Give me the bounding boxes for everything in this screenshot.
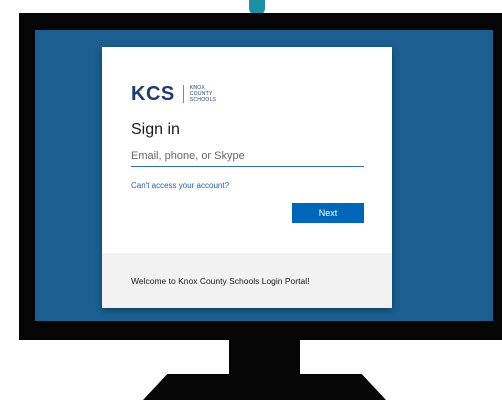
monitor-illustration: KCS KNOX COUNTY SCHOOLS Sign in Can't ac… bbox=[0, 0, 502, 400]
kcs-logo: KCS KNOX COUNTY SCHOOLS bbox=[131, 82, 216, 106]
login-body: KCS KNOX COUNTY SCHOOLS Sign in Can't ac… bbox=[102, 47, 392, 253]
login-card: KCS KNOX COUNTY SCHOOLS Sign in Can't ac… bbox=[102, 47, 392, 308]
logo-word: SCHOOLS bbox=[189, 97, 217, 103]
page-title: Sign in bbox=[131, 121, 180, 138]
welcome-message: Welcome to Knox County Schools Login Por… bbox=[131, 276, 310, 286]
logo-divider bbox=[182, 85, 184, 103]
email-field[interactable] bbox=[131, 146, 364, 167]
cant-access-account-link[interactable]: Can't access your account? bbox=[131, 181, 229, 191]
logo-mark: KCS bbox=[131, 83, 175, 105]
next-button[interactable]: Next bbox=[292, 203, 364, 223]
monitor-base bbox=[143, 374, 386, 400]
monitor-neck bbox=[229, 340, 300, 374]
login-footer: Welcome to Knox County Schools Login Por… bbox=[102, 253, 392, 308]
logo-wordmark: KNOX COUNTY SCHOOLS bbox=[190, 85, 217, 103]
